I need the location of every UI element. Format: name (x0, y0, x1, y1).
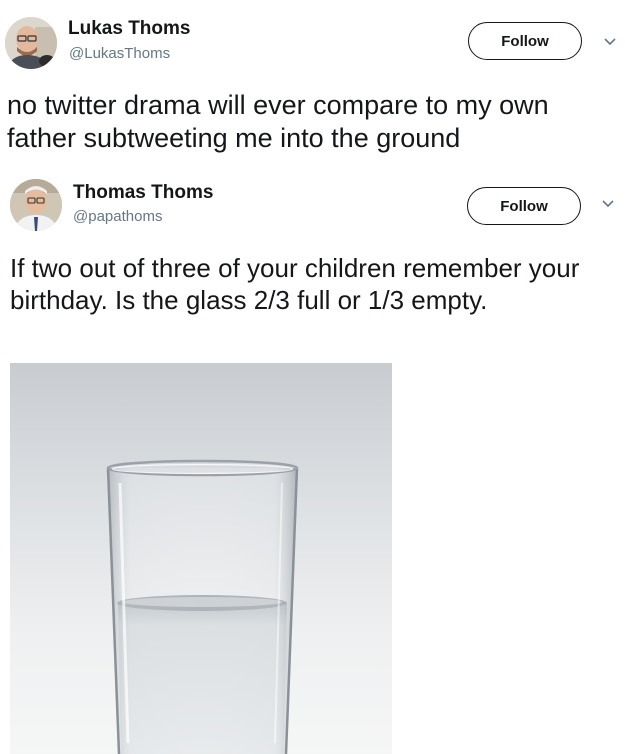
follow-button[interactable]: Follow (467, 187, 581, 225)
tweet-lukas: Lukas Thoms @LukasThoms Follow no twitte… (0, 0, 625, 170)
chevron-down-icon[interactable] (601, 199, 615, 209)
chevron-down-icon[interactable] (603, 37, 617, 47)
tweet-image-glass[interactable] (10, 363, 392, 754)
author-name[interactable]: Thomas Thoms (73, 182, 213, 204)
follow-button[interactable]: Follow (468, 22, 582, 60)
tweet-text: If two out of three of your children rem… (10, 253, 580, 315)
author-handle[interactable]: @LukasThoms (69, 45, 170, 62)
person-photo-icon (5, 17, 57, 69)
tweet-text: no twitter drama will ever compare to my… (7, 90, 549, 153)
author-handle[interactable]: @papathoms (73, 208, 162, 225)
glass-half-full-icon (106, 459, 299, 754)
person-photo-icon (10, 179, 62, 231)
avatar-thomas[interactable] (10, 179, 62, 231)
tweet-thomas: Thomas Thoms @papathoms Follow If two ou… (0, 172, 625, 754)
avatar-lukas[interactable] (5, 17, 57, 69)
author-name[interactable]: Lukas Thoms (68, 18, 190, 40)
